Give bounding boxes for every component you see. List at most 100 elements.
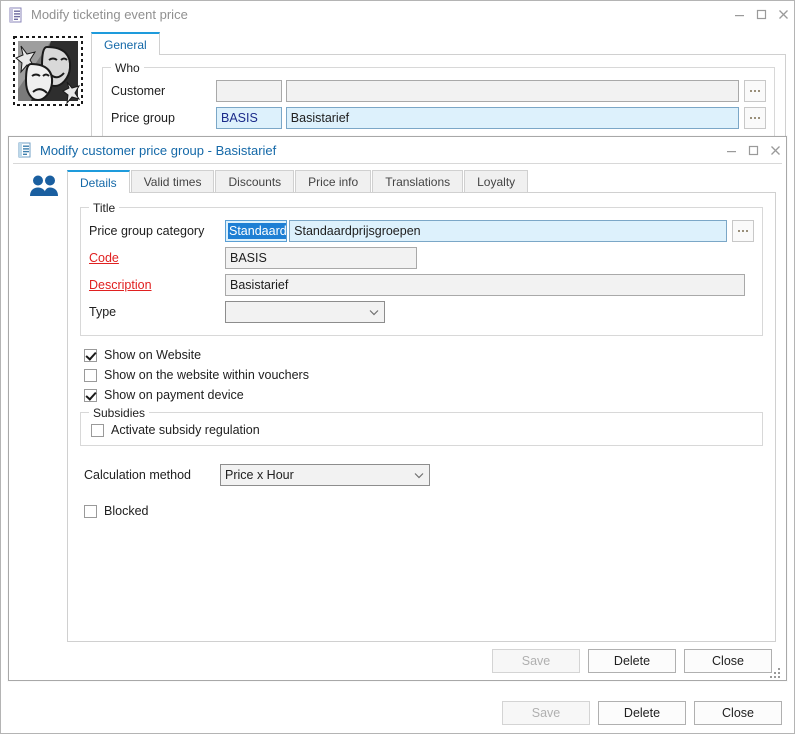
tab-price-info-label: Price info (308, 174, 359, 189)
tab-translations[interactable]: Translations (372, 170, 464, 192)
code-label: Code (89, 251, 119, 265)
code-row: Code BASIS (89, 247, 754, 269)
tab-details[interactable]: Details (67, 170, 130, 193)
customer-name-input[interactable] (285, 80, 739, 102)
outer-main-panel: General Who Customer Price group BASIS B… (91, 32, 786, 151)
display-options-group: Show on Website Show on the website with… (80, 348, 763, 402)
description-input[interactable]: Basistarief (225, 274, 745, 296)
inner-window-controls (720, 137, 786, 163)
inner-close-label: Close (712, 654, 744, 668)
maximize-icon[interactable] (750, 3, 772, 27)
blocked-checkbox[interactable] (84, 504, 97, 518)
inner-tab-panel-details: Title Price group category Standaard Sta… (67, 193, 776, 642)
tab-loyalty[interactable]: Loyalty (464, 170, 529, 192)
subsidies-groupbox: Subsidies Activate subsidy regulation (80, 406, 763, 446)
price-group-code-input[interactable]: BASIS (216, 107, 282, 129)
calculation-method-value: Price x Hour (225, 468, 294, 482)
close-icon[interactable] (772, 3, 794, 27)
price-group-name-input[interactable]: Basistarief (285, 107, 739, 129)
inner-close-button[interactable]: Close (684, 649, 772, 673)
minimize-icon[interactable] (720, 138, 742, 162)
chevron-down-icon (364, 309, 384, 316)
inner-side-icon-column (19, 170, 67, 642)
maximize-icon[interactable] (742, 138, 764, 162)
type-row: Type (89, 301, 754, 323)
inner-window-body: Details Valid times Discounts Price info… (13, 163, 782, 680)
price-group-category-row: Price group category Standaard Standaard… (89, 220, 754, 242)
calculation-method-row: Calculation method Price x Hour (80, 464, 763, 486)
tab-price-info[interactable]: Price info (295, 170, 372, 192)
who-groupbox-title: Who (111, 61, 144, 75)
type-dropdown[interactable] (225, 301, 385, 323)
show-on-website-checkbox[interactable] (84, 348, 97, 362)
outer-window-controls (728, 1, 794, 28)
tab-loyalty-label: Loyalty (477, 174, 516, 189)
show-on-website-vouchers-checkbox[interactable] (84, 368, 97, 382)
inner-save-label: Save (521, 654, 551, 668)
tab-valid-times-label: Valid times (143, 174, 202, 189)
outer-delete-label: Delete (623, 706, 661, 720)
who-groupbox: Who Customer Price group BASIS Basistari… (102, 61, 775, 140)
customer-browse-button[interactable] (744, 80, 766, 102)
price-group-browse-button[interactable] (744, 107, 766, 129)
subsidies-groupbox-title: Subsidies (89, 406, 150, 420)
inner-save-button[interactable]: Save (492, 649, 580, 673)
chevron-down-icon (409, 472, 429, 479)
activate-subsidy-regulation-checkbox[interactable] (91, 423, 104, 437)
type-label: Type (89, 305, 117, 319)
customer-label: Customer (111, 84, 166, 98)
document-list-icon (8, 7, 24, 23)
outer-save-button[interactable]: Save (502, 701, 590, 725)
people-icon (29, 174, 67, 203)
activate-subsidy-regulation-label: Activate subsidy regulation (111, 423, 260, 437)
checkbox-row-show-on-payment-device[interactable]: Show on payment device (84, 388, 763, 402)
inner-delete-button[interactable]: Delete (588, 649, 676, 673)
inner-content-row: Details Valid times Discounts Price info… (13, 164, 782, 642)
tab-discounts[interactable]: Discounts (215, 170, 295, 192)
customer-row: Customer (111, 80, 766, 102)
outer-delete-button[interactable]: Delete (598, 701, 686, 725)
calculation-method-dropdown[interactable]: Price x Hour (220, 464, 430, 486)
inner-window-modify-customer-price-group: Modify customer price group - Basistarie… (8, 136, 787, 681)
close-icon[interactable] (764, 138, 786, 162)
checkbox-row-blocked[interactable]: Blocked (80, 504, 763, 518)
outer-titlebar[interactable]: Modify ticketing event price (1, 1, 794, 28)
price-group-category-code-input[interactable]: Standaard (225, 220, 288, 242)
outer-close-label: Close (722, 706, 754, 720)
tab-general[interactable]: General (91, 32, 160, 55)
tab-discounts-label: Discounts (228, 174, 282, 189)
show-on-website-vouchers-label: Show on the website within vouchers (104, 368, 309, 382)
show-on-payment-device-label: Show on payment device (104, 388, 244, 402)
outer-tabstrip: General (91, 32, 786, 55)
price-group-row: Price group BASIS Basistarief (111, 107, 766, 129)
outer-side-icon-column (9, 32, 91, 151)
code-input[interactable]: BASIS (225, 247, 417, 269)
outer-window-title: Modify ticketing event price (31, 7, 188, 22)
blocked-label: Blocked (104, 504, 149, 518)
checkbox-row-show-on-website[interactable]: Show on Website (84, 348, 763, 362)
inner-window-resize-grip[interactable] (766, 664, 780, 678)
outer-button-bar: Save Delete Close (1, 693, 794, 733)
checkbox-row-show-on-website-vouchers[interactable]: Show on the website within vouchers (84, 368, 763, 382)
outer-close-button[interactable]: Close (694, 701, 782, 725)
price-group-category-label: Price group category (89, 224, 205, 238)
inner-titlebar[interactable]: Modify customer price group - Basistarie… (9, 137, 786, 163)
tab-details-label: Details (80, 175, 117, 190)
customer-code-input[interactable] (216, 80, 282, 102)
outer-content-row: General Who Customer Price group BASIS B… (1, 28, 794, 151)
inner-main-panel: Details Valid times Discounts Price info… (67, 170, 776, 642)
minimize-icon[interactable] (728, 3, 750, 27)
document-list-icon (17, 142, 33, 158)
inner-button-bar: Save Delete Close (13, 642, 782, 680)
checkbox-row-activate-subsidy-regulation[interactable]: Activate subsidy regulation (91, 423, 754, 437)
tab-valid-times[interactable]: Valid times (130, 170, 215, 192)
inner-delete-label: Delete (613, 654, 651, 668)
theater-masks-icon (11, 34, 91, 117)
ellipsis-icon (750, 117, 760, 119)
ellipsis-icon (738, 230, 748, 232)
price-group-category-code-value: Standaard (228, 223, 287, 239)
price-group-category-name-input[interactable]: Standaardprijsgroepen (289, 220, 727, 242)
show-on-payment-device-checkbox[interactable] (84, 388, 97, 402)
price-group-category-browse-button[interactable] (732, 220, 754, 242)
show-on-website-label: Show on Website (104, 348, 202, 362)
